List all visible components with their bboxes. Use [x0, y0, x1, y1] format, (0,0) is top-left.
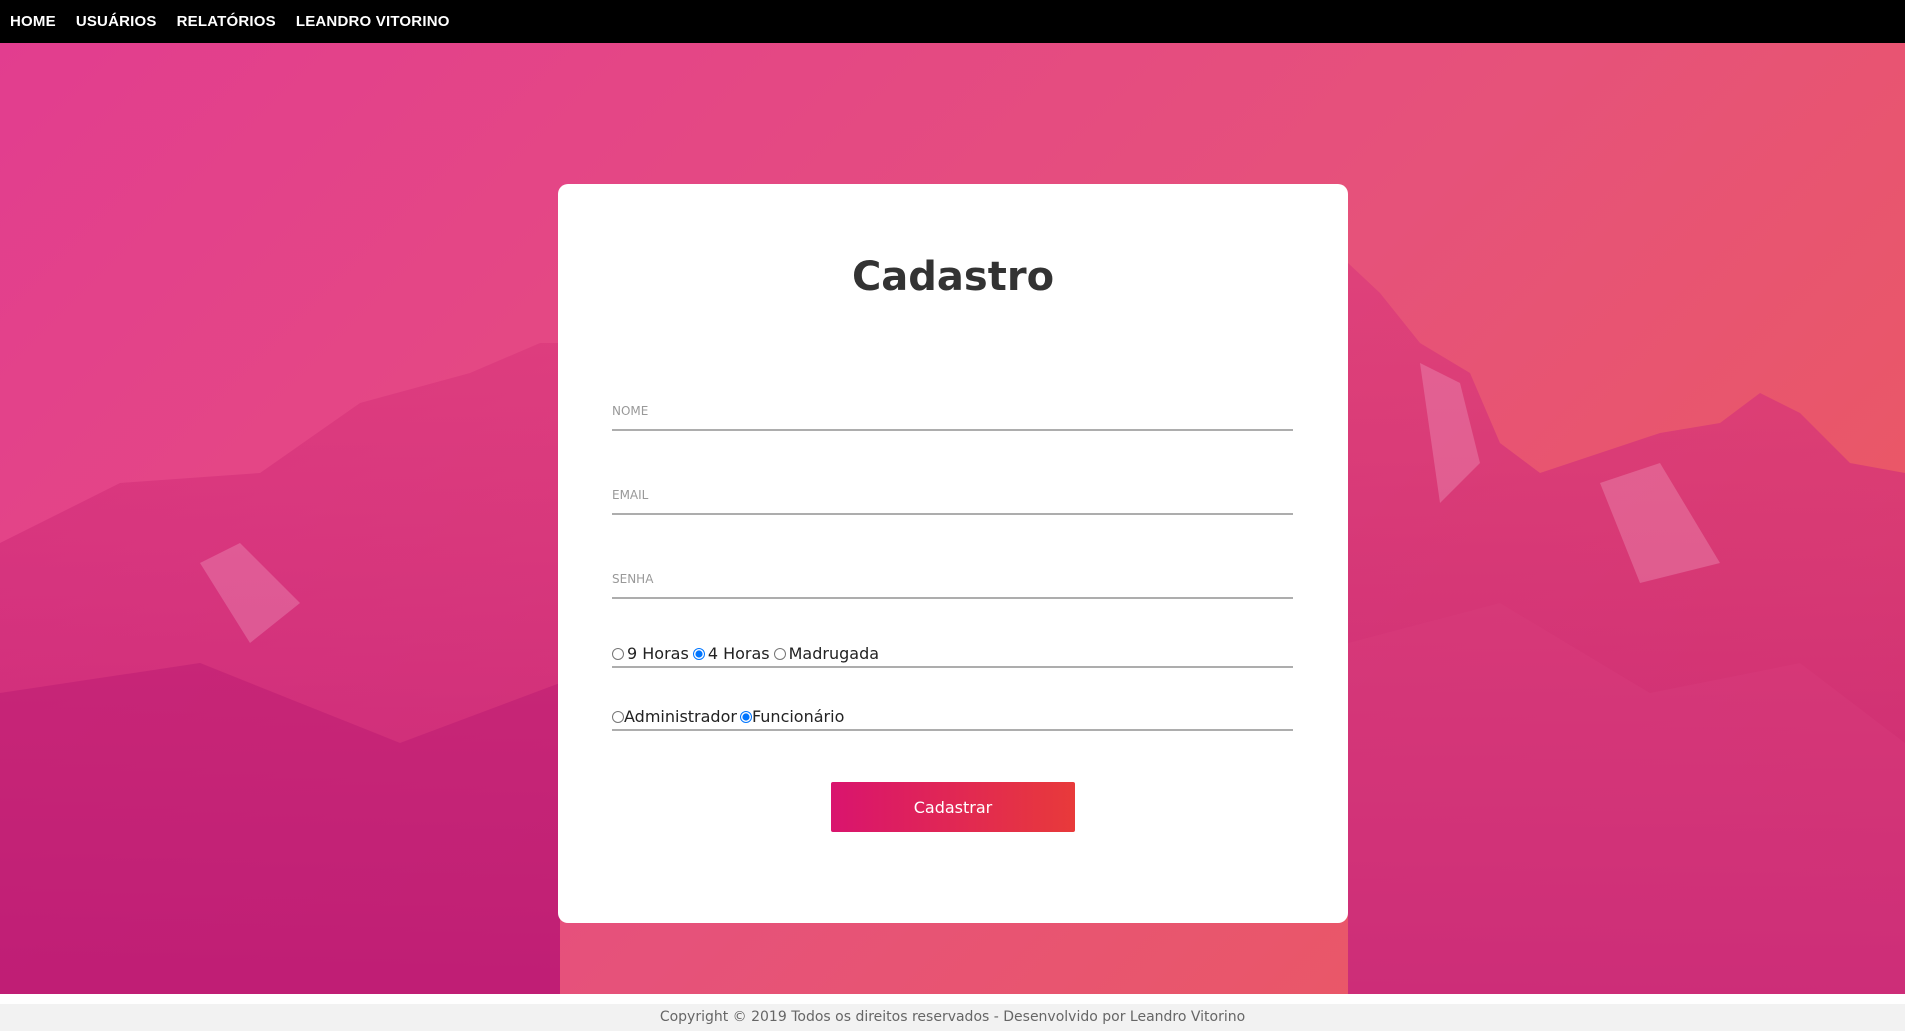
- page-title: Cadastro: [851, 254, 1055, 300]
- shift-madrugada-label: Madrugada: [788, 644, 880, 663]
- password-input[interactable]: [612, 572, 1293, 597]
- top-navigation: HOME USUÁRIOS RELATÓRIOS LEANDRO VITORIN…: [0, 0, 1905, 43]
- shift-4h-radio[interactable]: [692, 647, 705, 660]
- shift-radio-group: 9 Horas 4 Horas Madrugada: [612, 644, 1293, 668]
- shift-option-4h[interactable]: 4 Horas: [692, 644, 770, 663]
- role-option-funcionario[interactable]: Funcionário: [739, 707, 845, 726]
- nav-usuarios[interactable]: USUÁRIOS: [76, 13, 157, 30]
- copyright-text: Copyright © 2019 Todos os direitos reser…: [659, 1009, 1246, 1025]
- name-input[interactable]: [612, 404, 1293, 429]
- password-field: [612, 570, 1293, 599]
- shift-option-9h[interactable]: 9 Horas: [612, 644, 689, 663]
- role-funcionario-label: Funcionário: [751, 707, 845, 726]
- footer: Copyright © 2019 Todos os direitos reser…: [0, 1004, 1905, 1031]
- shift-madrugada-radio[interactable]: [773, 647, 786, 660]
- nav-home[interactable]: HOME: [10, 13, 56, 30]
- register-button[interactable]: Cadastrar: [831, 782, 1075, 832]
- hero-background: Cadastro 9 Horas 4 Horas Madrugada: [0, 43, 1905, 994]
- email-input[interactable]: [612, 488, 1293, 513]
- role-option-admin[interactable]: Administrador: [612, 707, 737, 726]
- shift-option-madrugada[interactable]: Madrugada: [773, 644, 880, 663]
- shift-4h-label: 4 Horas: [707, 644, 770, 663]
- role-radio-group: Administrador Funcionário: [612, 707, 1293, 731]
- role-admin-radio[interactable]: [612, 710, 624, 723]
- name-field: [612, 402, 1293, 431]
- role-admin-label: Administrador: [624, 707, 737, 726]
- register-card: Cadastro 9 Horas 4 Horas Madrugada: [558, 184, 1348, 923]
- role-funcionario-radio[interactable]: [739, 710, 752, 723]
- shift-9h-radio[interactable]: [612, 647, 624, 660]
- nav-user-name[interactable]: LEANDRO VITORINO: [296, 13, 450, 30]
- nav-relatorios[interactable]: RELATÓRIOS: [177, 13, 276, 30]
- email-field: [612, 486, 1293, 515]
- shift-9h-label: 9 Horas: [627, 644, 689, 663]
